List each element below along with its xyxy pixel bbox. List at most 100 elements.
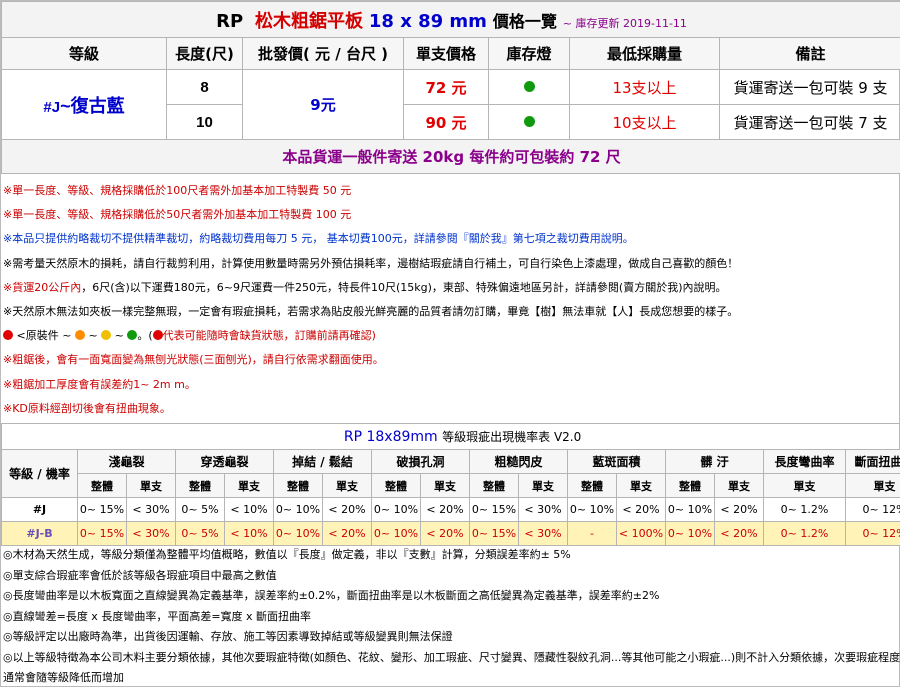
defect-value: 0~ 10% — [371, 521, 421, 546]
header-stock-light: 庫存燈 — [488, 37, 570, 70]
sub-single: 單支 — [844, 473, 900, 498]
defect-value: 0~ 5% — [175, 521, 225, 546]
price-table-title: RP 松木粗鋸平板 18 x 89 mm 價格一覽 ~ 庫存更新 2019-11… — [0, 1, 900, 38]
title-product-name: 松木粗鋸平板 — [254, 10, 363, 32]
price-table-header: 等級 長度(尺) 批發價( 元 / 台尺 ) 單支價格 庫存燈 最低採購量 備註 — [1, 37, 900, 70]
sub-whole: 整體 — [469, 473, 519, 498]
defect-title-name: 等級瑕疵出現機率表 V2.0 — [442, 430, 582, 444]
grade-prob-header: 等級 / 機率 — [1, 449, 78, 498]
defect-grade: #J — [1, 497, 78, 522]
cat-blue-stain: 藍斑面積 — [567, 449, 666, 474]
defect-value: 0~ 15% — [469, 521, 519, 546]
header-min-order: 最低採購量 — [569, 37, 720, 70]
note-line: ※粗鋸加工厚度會有誤差約1~ 2m m。 — [3, 377, 196, 391]
legend-sep: ~ — [114, 329, 124, 343]
green-dot-icon — [523, 116, 535, 127]
unit-price: 90 元 — [403, 104, 489, 140]
defect-value: 0~ 1.2% — [763, 521, 846, 546]
legend-paren: 。( — [137, 329, 153, 343]
footer-line: ◎單支綜合瑕疵率會低於該等級各瑕疵項目中最高之數值 — [3, 568, 277, 582]
orange-dot-icon — [74, 330, 85, 341]
defect-value: < 30% — [126, 521, 176, 546]
sub-single: 單支 — [616, 473, 666, 498]
sub-whole: 整體 — [273, 473, 323, 498]
legend-sep: ~ — [88, 329, 98, 343]
defect-value: < 10% — [224, 521, 274, 546]
defect-title-spec: RP 18x89mm — [343, 429, 438, 445]
note-line: ※貨運20公斤內，6尺(含)以下運費180元，6~9尺運費一件250元，特長件1… — [1, 276, 900, 300]
red-dot-icon — [3, 330, 13, 341]
note-line: ※單一長度、等級、規格採購低於100尺者需外加基本加工特製費 50 元 — [3, 184, 352, 197]
header-unit-price: 單支價格 — [403, 37, 489, 70]
defect-value: < 30% — [126, 497, 176, 522]
min-order: 13支以上 — [569, 69, 720, 105]
cat-rough: 粗糙閃皮 — [469, 449, 568, 474]
footer-line: ◎等級評定以出廠時為準，出貨後因運輸、存放、施工等因素導致掉結或等級變異則無法保… — [3, 630, 453, 643]
defect-row: #J 0~ 15% < 30% 0~ 5% < 10% 0~ 10% < 20%… — [1, 497, 900, 522]
defect-value: < 30% — [518, 497, 568, 522]
stock-legend: <原裝件 ~ ~ ~ 。(代表可能隨時會缺貨狀態，訂購前請再確認) — [1, 324, 900, 348]
sub-single: 單支 — [714, 473, 764, 498]
footer-line: ◎木材為天然生成，等級分類僅為整體平均值概略，數值以『長度』做定義，非以『支數』… — [3, 548, 571, 561]
stock-light-cell — [488, 69, 570, 105]
min-order: 10支以上 — [569, 104, 720, 140]
note-line-text: ，6尺(含)以下運費180元，6~9尺運費一件250元，特長件10尺(15kg)… — [81, 280, 727, 294]
sub-whole: 整體 — [567, 473, 617, 498]
title-list: 價格一覽 — [492, 11, 557, 31]
defect-value: 0~ 10% — [371, 497, 421, 522]
cat-loose-knot: 掉結 / 鬆結 — [273, 449, 372, 474]
note-line: ※本品只提供約略裁切不提供精準裁切，約略裁切費用每刀 5 元， 基本切費100元… — [3, 232, 634, 246]
defect-value: < 30% — [518, 521, 568, 546]
defect-value: < 20% — [322, 521, 372, 546]
defect-value: 0~ 15% — [77, 521, 127, 546]
defect-value: 0~ 12% — [844, 521, 900, 546]
title-rp: RP — [216, 10, 244, 32]
note-line: ※需考量天然原木的損耗，請自行裁剪利用，計算使用數量時需另外預估損耗率，邊樹結瑕… — [3, 256, 739, 270]
note-line: ※粗鋸後，會有一面寬面變為無刨光狀態(三面刨光)，請自行依需求翻面使用。 — [3, 353, 384, 367]
defect-value: - — [567, 521, 617, 546]
defect-value: < 20% — [714, 497, 764, 522]
header-grade: 等級 — [1, 37, 167, 70]
defect-value: 0~ 10% — [273, 497, 323, 522]
price-page: RP 松木粗鋸平板 18 x 89 mm 價格一覽 ~ 庫存更新 2019-11… — [0, 0, 900, 687]
cat-shallow-crack: 淺龜裂 — [77, 449, 176, 474]
legend-original: <原裝件 ~ — [16, 329, 72, 343]
row-note: 貨運寄送一包可裝 7 支 — [718, 104, 900, 140]
note-line: ※天然原木無法如夾板一樣完整無瑕，一定會有瑕疵損耗，若需求為貼皮般光鮮亮麗的品質… — [3, 304, 739, 318]
sub-single: 單支 — [322, 473, 372, 498]
yellow-dot-icon — [101, 330, 112, 341]
green-dot-icon — [127, 330, 138, 341]
defect-header: 等級 / 機率 淺龜裂 穿透龜裂 掉結 / 鬆結 破損孔洞 粗糙閃皮 藍斑面積 … — [1, 449, 900, 498]
defect-table: RP 18x89mm 等級瑕疵出現機率表 V2.0 等級 / 機率 淺龜裂 穿透… — [0, 423, 900, 546]
defect-value: 0~ 5% — [175, 497, 225, 522]
footer-notes: ◎木材為天然生成，等級分類僅為整體平均值概略，數值以『長度』做定義，非以『支數』… — [1, 545, 900, 687]
title-size: 18 x 89 mm — [368, 10, 487, 32]
length-cell: 8 — [166, 69, 243, 105]
stock-light-cell — [488, 104, 570, 140]
defect-row: #J-B 0~ 15% < 30% 0~ 5% < 10% 0~ 10% < 2… — [1, 521, 900, 546]
note-line: ※KD原料經剖切後會有扭曲現象。 — [3, 401, 171, 415]
green-dot-icon — [523, 81, 535, 92]
defect-value: < 20% — [420, 521, 470, 546]
note-line: ※單一長度、等級、規格採購低於50尺者需外加基本加工特製費 100 元 — [3, 208, 352, 222]
wholesale-price: 9元 — [242, 69, 404, 140]
price-table: RP 松木粗鋸平板 18 x 89 mm 價格一覽 ~ 庫存更新 2019-11… — [0, 1, 900, 174]
defect-value: < 100% — [616, 521, 666, 546]
stock-updated-date: ~ 庫存更新 2019-11-11 — [562, 16, 687, 30]
length-cell: 10 — [166, 104, 243, 140]
defect-value: 0~ 1.2% — [763, 497, 846, 522]
cat-length-bend: 長度彎曲率 — [763, 449, 846, 474]
defect-table-title: RP 18x89mm 等級瑕疵出現機率表 V2.0 — [0, 423, 900, 450]
sub-whole: 整體 — [77, 473, 127, 498]
sub-single: 單支 — [763, 473, 846, 498]
sub-single: 單支 — [518, 473, 568, 498]
defect-value: < 20% — [322, 497, 372, 522]
defect-value: < 20% — [616, 497, 666, 522]
defect-value: < 10% — [224, 497, 274, 522]
defect-value: 0~ 15% — [77, 497, 127, 522]
grade-main: #J — [43, 98, 61, 116]
header-wholesale: 批發價( 元 / 台尺 ) — [242, 37, 404, 70]
defect-grade: #J-B — [1, 521, 78, 546]
defect-value: 0~ 10% — [665, 497, 715, 522]
header-length: 長度(尺) — [166, 37, 243, 70]
